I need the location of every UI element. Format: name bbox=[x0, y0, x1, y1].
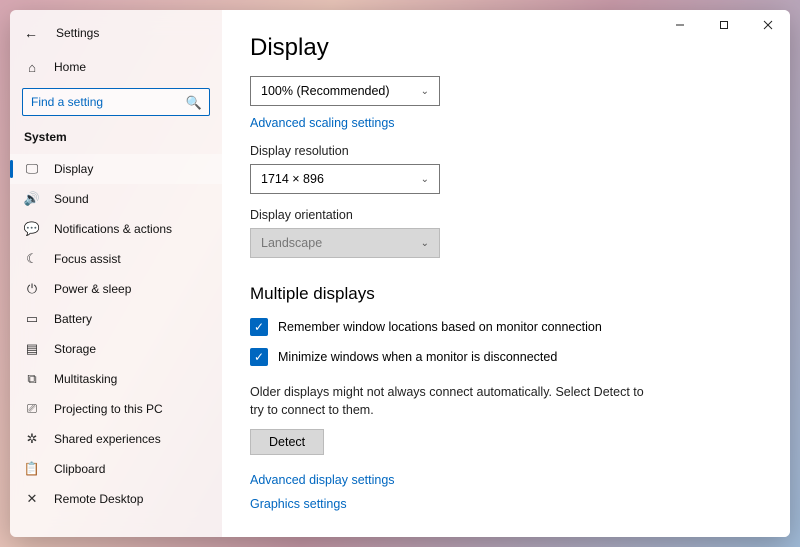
minimize-label: Minimize windows when a monitor is disco… bbox=[278, 350, 557, 364]
sidebar-item-storage[interactable]: ▤ Storage bbox=[10, 334, 222, 364]
multiple-displays-heading: Multiple displays bbox=[250, 284, 762, 304]
projecting-icon: ⎚ bbox=[24, 401, 40, 417]
close-button[interactable] bbox=[746, 10, 790, 40]
home-icon: ⌂ bbox=[24, 60, 40, 75]
remote-icon: ✕ bbox=[24, 491, 40, 507]
search-icon: 🔍 bbox=[186, 95, 202, 111]
sidebar-item-label: Sound bbox=[54, 192, 89, 206]
back-button[interactable]: ← bbox=[24, 25, 38, 41]
focus-icon: ☾ bbox=[24, 251, 40, 267]
sidebar-item-label: Focus assist bbox=[54, 252, 121, 266]
clipboard-icon: 📋 bbox=[24, 461, 40, 477]
sidebar-item-label: Remote Desktop bbox=[54, 492, 143, 506]
sidebar-item-label: Storage bbox=[54, 342, 96, 356]
sidebar-item-power-sleep[interactable]: ⏻ Power & sleep bbox=[10, 274, 222, 304]
main-content: Display 100% (Recommended) ⌄ Advanced sc… bbox=[222, 10, 790, 537]
sidebar-item-label: Multitasking bbox=[54, 372, 117, 386]
sidebar-item-sound[interactable]: 🔊 Sound bbox=[10, 184, 222, 214]
remember-checkbox-row[interactable]: ✓ Remember window locations based on mon… bbox=[250, 318, 762, 336]
window-title: Settings bbox=[56, 26, 99, 40]
orientation-label: Display orientation bbox=[250, 208, 762, 222]
resolution-label: Display resolution bbox=[250, 144, 762, 158]
battery-icon: ▭ bbox=[24, 311, 40, 327]
graphics-settings-link[interactable]: Graphics settings bbox=[250, 497, 762, 511]
sidebar-section-label: System bbox=[10, 124, 222, 150]
chevron-down-icon: ⌄ bbox=[421, 238, 429, 249]
sidebar-item-battery[interactable]: ▭ Battery bbox=[10, 304, 222, 334]
detect-button[interactable]: Detect bbox=[250, 429, 324, 455]
chevron-down-icon: ⌄ bbox=[421, 86, 429, 97]
power-icon: ⏻ bbox=[24, 281, 40, 297]
detect-description: Older displays might not always connect … bbox=[250, 384, 650, 419]
remember-label: Remember window locations based on monit… bbox=[278, 320, 602, 334]
checkbox-checked-icon: ✓ bbox=[250, 318, 268, 336]
home-nav[interactable]: ⌂ Home bbox=[10, 52, 222, 82]
sidebar: ← Settings ⌂ Home 🔍 System 🖵 Display 🔊 Soun… bbox=[10, 10, 222, 537]
search-input[interactable] bbox=[22, 88, 210, 116]
chevron-down-icon: ⌄ bbox=[421, 174, 429, 185]
window-controls bbox=[658, 10, 790, 40]
multitasking-icon: ⧉ bbox=[24, 371, 40, 387]
sidebar-item-multitasking[interactable]: ⧉ Multitasking bbox=[10, 364, 222, 394]
sidebar-item-label: Clipboard bbox=[54, 462, 105, 476]
scale-value: 100% (Recommended) bbox=[261, 84, 390, 98]
resolution-value: 1714 × 896 bbox=[261, 172, 324, 186]
display-icon: 🖵 bbox=[24, 161, 40, 177]
minimize-button[interactable] bbox=[658, 10, 702, 40]
sidebar-item-label: Projecting to this PC bbox=[54, 402, 163, 416]
resolution-dropdown[interactable]: 1714 × 896 ⌄ bbox=[250, 164, 440, 194]
sidebar-item-notifications-actions[interactable]: 💬 Notifications & actions bbox=[10, 214, 222, 244]
orientation-dropdown: Landscape ⌄ bbox=[250, 228, 440, 258]
sidebar-item-focus-assist[interactable]: ☾ Focus assist bbox=[10, 244, 222, 274]
sidebar-item-projecting-to-this-pc[interactable]: ⎚ Projecting to this PC bbox=[10, 394, 222, 424]
advanced-scaling-link[interactable]: Advanced scaling settings bbox=[250, 116, 762, 130]
sidebar-item-label: Power & sleep bbox=[54, 282, 131, 296]
shared-icon: ✲ bbox=[24, 431, 40, 447]
sidebar-item-shared-experiences[interactable]: ✲ Shared experiences bbox=[10, 424, 222, 454]
sidebar-item-remote-desktop[interactable]: ✕ Remote Desktop bbox=[10, 484, 222, 514]
notifications-icon: 💬 bbox=[24, 221, 40, 237]
sidebar-item-label: Shared experiences bbox=[54, 432, 161, 446]
sidebar-item-display[interactable]: 🖵 Display bbox=[10, 154, 222, 184]
home-label: Home bbox=[54, 60, 86, 74]
sidebar-item-label: Battery bbox=[54, 312, 92, 326]
storage-icon: ▤ bbox=[24, 341, 40, 357]
minimize-checkbox-row[interactable]: ✓ Minimize windows when a monitor is dis… bbox=[250, 348, 762, 366]
nav-list: 🖵 Display 🔊 Sound 💬 Notifications & actions ☾ F… bbox=[10, 154, 222, 514]
orientation-value: Landscape bbox=[261, 236, 322, 250]
advanced-display-link[interactable]: Advanced display settings bbox=[250, 473, 762, 487]
checkbox-checked-icon: ✓ bbox=[250, 348, 268, 366]
maximize-button[interactable] bbox=[702, 10, 746, 40]
sidebar-item-label: Notifications & actions bbox=[54, 222, 172, 236]
sidebar-item-clipboard[interactable]: 📋 Clipboard bbox=[10, 454, 222, 484]
sound-icon: 🔊 bbox=[24, 191, 40, 207]
settings-window: ← Settings ⌂ Home 🔍 System 🖵 Display 🔊 Soun… bbox=[10, 10, 790, 537]
scale-dropdown[interactable]: 100% (Recommended) ⌄ bbox=[250, 76, 440, 106]
sidebar-item-label: Display bbox=[54, 162, 93, 176]
